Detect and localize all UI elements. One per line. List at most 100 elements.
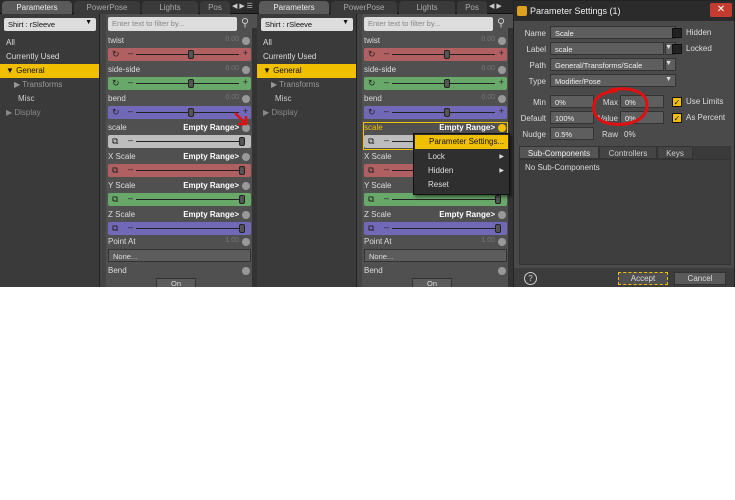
point-at-button[interactable]: None... <box>108 249 251 262</box>
plus-icon[interactable]: + <box>243 77 248 87</box>
tab-pose[interactable]: Pos <box>200 1 230 14</box>
hidden-checkbox[interactable] <box>672 28 682 38</box>
slider-knob[interactable] <box>239 166 245 175</box>
tree-item-display[interactable]: ▶ Display <box>0 106 99 120</box>
tab-keys[interactable]: Keys <box>657 146 693 159</box>
gear-icon[interactable] <box>242 153 250 161</box>
minus-icon[interactable]: – <box>128 222 133 232</box>
tab-pose[interactable]: Pos <box>457 1 487 14</box>
gear-icon[interactable] <box>242 37 250 45</box>
help-icon[interactable]: ? <box>524 272 537 285</box>
gear-icon[interactable] <box>498 267 506 275</box>
tree-item-misc[interactable]: Misc <box>0 92 99 106</box>
slider-knob[interactable] <box>239 224 245 233</box>
slider-knob[interactable] <box>495 195 501 204</box>
tab-lights[interactable]: Lights <box>142 1 198 14</box>
gear-icon[interactable] <box>242 211 250 219</box>
filter-input[interactable]: Enter text to filter by... <box>108 17 237 31</box>
gear-icon[interactable] <box>242 238 250 246</box>
accept-button[interactable]: Accept <box>618 272 668 285</box>
figure-selector[interactable]: Shirt : rSleeve ▼ <box>261 18 353 31</box>
as-percent-checkbox[interactable]: ✓ <box>672 113 682 123</box>
label-field[interactable]: scale <box>550 42 664 55</box>
gear-icon[interactable] <box>498 95 506 103</box>
minus-icon[interactable]: – <box>384 222 389 232</box>
param-z-scale-slider[interactable]: ⧉ – <box>108 222 251 235</box>
param-z-scale-slider[interactable]: ⧉ – <box>364 222 507 235</box>
slider-knob[interactable] <box>239 195 245 204</box>
tree-item-transforms[interactable]: ▶ Transforms <box>257 78 356 92</box>
plus-icon[interactable]: + <box>243 48 248 58</box>
filter-input[interactable]: Enter text to filter by... <box>364 17 493 31</box>
plus-icon[interactable]: + <box>499 48 504 58</box>
min-field[interactable]: 0% <box>550 95 594 108</box>
slider-knob[interactable] <box>188 108 194 117</box>
minus-icon[interactable]: – <box>384 164 389 174</box>
tab-powerpose[interactable]: PowerPose <box>331 1 397 14</box>
tab-controllers[interactable]: Controllers <box>599 146 657 159</box>
menu-item-parameter-settings[interactable]: Parameter Settings... <box>415 135 508 149</box>
tree-item-transforms[interactable]: ▶ Transforms <box>0 78 99 92</box>
close-button[interactable]: ✕ <box>710 3 732 17</box>
bend-on-toggle[interactable]: On <box>156 278 196 287</box>
bend-on-toggle[interactable]: On <box>412 278 452 287</box>
tab-powerpose[interactable]: PowerPose <box>74 1 140 14</box>
menu-item-hidden[interactable]: Hidden <box>414 164 509 178</box>
figure-selector[interactable]: Shirt : rSleeve ▼ <box>4 18 96 31</box>
minus-icon[interactable]: – <box>128 193 133 203</box>
menu-item-lock[interactable]: Lock <box>414 150 509 164</box>
param-bend-slider[interactable]: ↻ – + <box>108 106 251 119</box>
param-x-scale-slider[interactable]: ⧉ – <box>108 164 251 177</box>
cancel-button[interactable]: Cancel <box>674 272 726 285</box>
gear-icon[interactable] <box>498 238 506 246</box>
minus-icon[interactable]: – <box>128 135 133 145</box>
minus-icon[interactable]: – <box>384 48 389 58</box>
slider-knob[interactable] <box>444 79 450 88</box>
plus-icon[interactable]: + <box>499 106 504 116</box>
tree-item-currently-used[interactable]: Currently Used <box>257 50 356 64</box>
tree-item-display[interactable]: ▶ Display <box>257 106 356 120</box>
tree-item-all[interactable]: All <box>257 36 356 50</box>
name-field[interactable]: Scale <box>550 26 676 39</box>
slider-knob[interactable] <box>495 224 501 233</box>
minus-icon[interactable]: – <box>128 164 133 174</box>
tab-sub-components[interactable]: Sub-Components <box>519 146 599 159</box>
param-y-scale-slider[interactable]: ⧉ – <box>108 193 251 206</box>
menu-item-reset[interactable]: Reset <box>414 178 509 192</box>
param-scale-slider[interactable]: ⧉ – <box>108 135 251 148</box>
param-twist-slider[interactable]: ↻ – + <box>108 48 251 61</box>
path-field[interactable]: General/Transforms/Scale <box>550 58 664 71</box>
tab-parameters[interactable]: Parameters <box>2 1 72 14</box>
use-limits-checkbox[interactable]: ✓ <box>672 97 682 107</box>
param-side-side-slider[interactable]: ↻ – + <box>364 77 507 90</box>
path-dropdown-button[interactable]: ▼ <box>665 58 676 71</box>
slider-knob[interactable] <box>188 50 194 59</box>
tab-scroll-arrows[interactable]: ◀ ▶ <box>489 2 502 10</box>
param-twist-slider[interactable]: ↻ – + <box>364 48 507 61</box>
plus-icon[interactable]: + <box>499 77 504 87</box>
minus-icon[interactable]: – <box>384 193 389 203</box>
point-at-button[interactable]: None... <box>364 249 507 262</box>
param-bend-slider[interactable]: ↻ – + <box>364 106 507 119</box>
gear-icon[interactable] <box>242 95 250 103</box>
slider-knob[interactable] <box>444 108 450 117</box>
tab-lights[interactable]: Lights <box>399 1 455 14</box>
locked-checkbox[interactable] <box>672 44 682 54</box>
gear-icon[interactable] <box>242 182 250 190</box>
slider-knob[interactable] <box>239 137 245 146</box>
default-field[interactable]: 100% <box>550 111 594 124</box>
tree-item-misc[interactable]: Misc <box>257 92 356 106</box>
minus-icon[interactable]: – <box>384 77 389 87</box>
minus-icon[interactable]: – <box>128 48 133 58</box>
tree-item-currently-used[interactable]: Currently Used <box>0 50 99 64</box>
gear-icon[interactable] <box>498 66 506 74</box>
gear-icon[interactable] <box>498 37 506 45</box>
gear-icon[interactable] <box>242 66 250 74</box>
nudge-field[interactable]: 0.5% <box>550 127 594 140</box>
minus-icon[interactable]: – <box>128 77 133 87</box>
minus-icon[interactable]: – <box>128 106 133 116</box>
slider-knob[interactable] <box>444 50 450 59</box>
tab-scroll-arrows[interactable]: ◀ ▶ ☰ <box>232 2 253 10</box>
gear-icon[interactable] <box>242 267 250 275</box>
minus-icon[interactable]: – <box>384 106 389 116</box>
